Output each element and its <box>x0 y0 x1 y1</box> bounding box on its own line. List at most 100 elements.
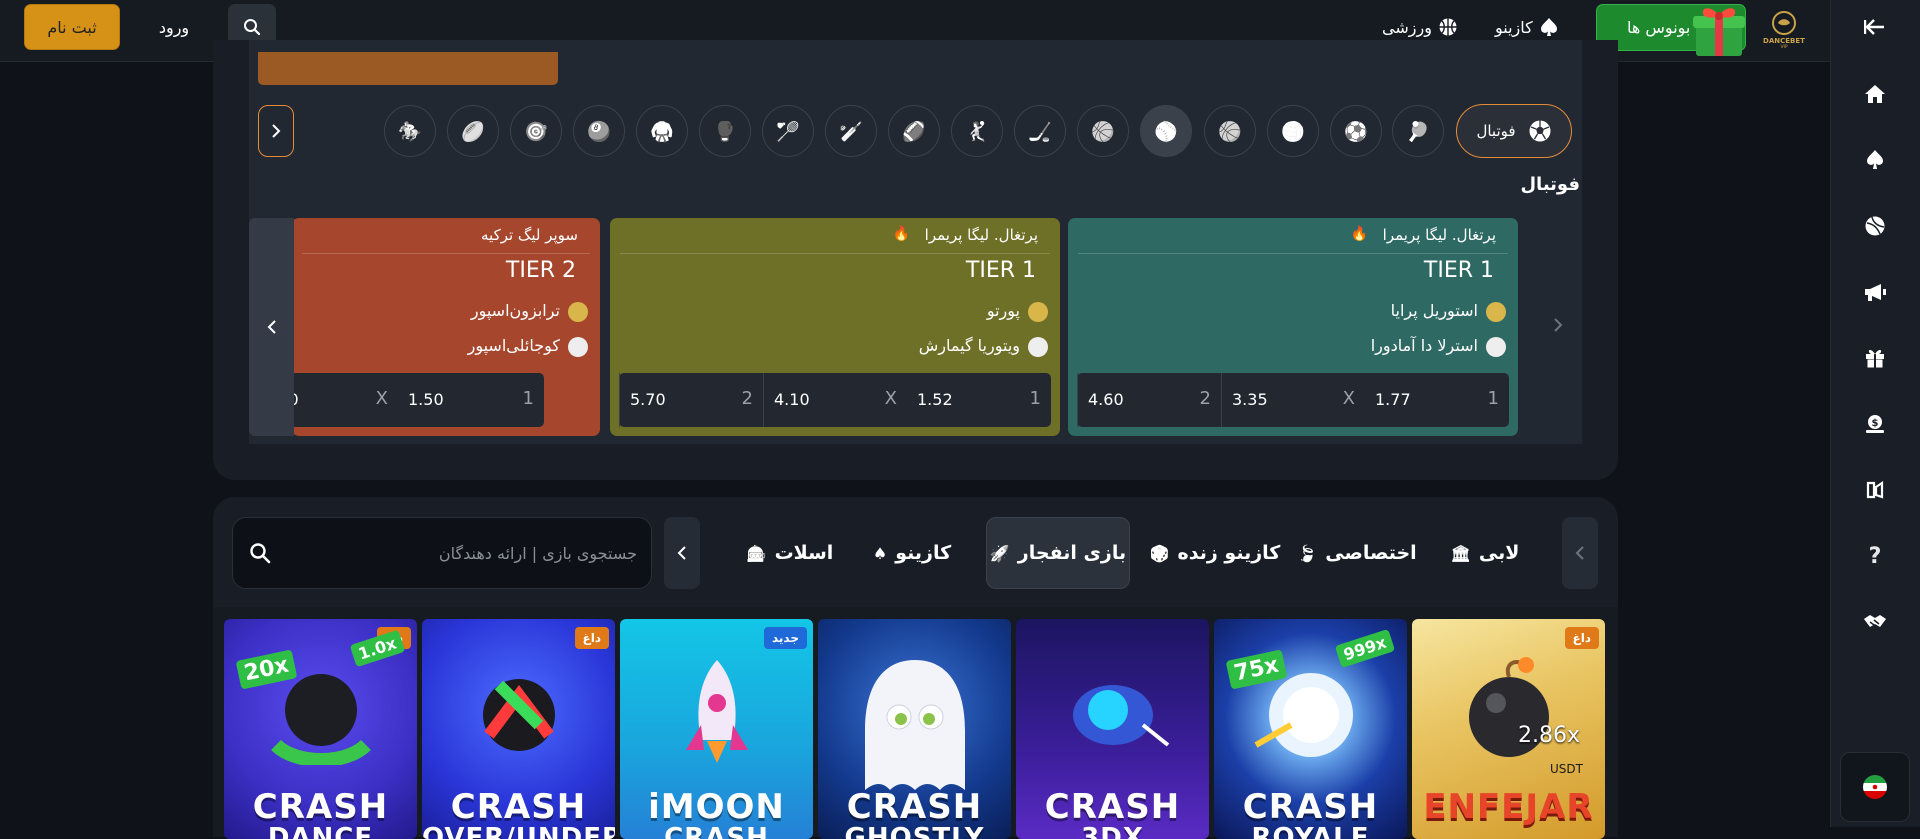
game-subtitle: 3DX <box>1081 823 1144 839</box>
tab-rocket[interactable]: بازی انفجار 🚀 <box>986 517 1130 589</box>
matches-prev-button[interactable] <box>1540 300 1576 350</box>
team-away-name: کوجائلی‌اسپور <box>467 336 560 355</box>
sports-scroll-right-button[interactable] <box>258 105 294 157</box>
slot-machine-icon: 🎰 <box>746 543 767 563</box>
game-tile[interactable]: CRASH GHOSTLY <box>818 619 1011 839</box>
game-tile[interactable]: CRASH داغ OVER/UNDER <box>422 619 615 839</box>
nav-sports-link[interactable]: ورزشی <box>1382 14 1458 40</box>
sport-icon-button[interactable]: 🤾 <box>951 105 1003 157</box>
odd-button[interactable]: 1 1.52 <box>907 373 1051 427</box>
rail-help-button[interactable]: ? <box>1860 541 1890 571</box>
team-away-crest <box>1486 337 1506 357</box>
rail-back-button[interactable] <box>1860 12 1890 42</box>
game-subtitle: OVER/UNDER <box>422 823 615 839</box>
odd-button[interactable]: 1 1.77 <box>1365 373 1509 427</box>
sport-icon-button[interactable]: 🏇 <box>384 105 436 157</box>
game-tile[interactable]: CRASH 999x 75x ROYALE <box>1214 619 1407 839</box>
match-card[interactable]: پرتغال. لیگا پریمرا 🔥 TIER 1 پورتو ویتوریا گ… <box>610 218 1060 436</box>
sport-icon-button[interactable]: 🏉 <box>447 105 499 157</box>
baseball-icon: ⚾ <box>1154 120 1178 143</box>
arrow-back-icon <box>1864 19 1884 35</box>
live-casino-icon: 🎲 <box>1149 543 1170 563</box>
odds-bar: X4.5011.50 <box>292 373 544 427</box>
sport-icon-button[interactable]: 🥋 <box>636 105 688 157</box>
dancebet-logo: DANCEBET VIP <box>1763 11 1805 48</box>
svg-text:$: $ <box>1872 418 1879 429</box>
rail-cashier-button[interactable]: $ <box>1860 409 1890 439</box>
rail-sports-button[interactable] <box>1860 211 1890 241</box>
tab-slot-machine[interactable]: اسلات 🎰 <box>740 517 840 589</box>
cash-icon: $ <box>1866 415 1884 433</box>
hockey-icon: 🏒 <box>1028 120 1052 143</box>
rail-home-button[interactable] <box>1860 79 1890 109</box>
tab-bank[interactable]: لابی 🏛 <box>1440 517 1530 589</box>
game-art <box>855 655 975 799</box>
sport-icon-button[interactable]: 🏀 <box>1077 105 1129 157</box>
sport-icon-button[interactable]: 🏓 <box>1392 105 1444 157</box>
nav-sports-label: ورزشی <box>1382 17 1432 37</box>
sport-icon-button[interactable]: 🎯 <box>510 105 562 157</box>
odd-button[interactable]: X4.50 <box>292 373 398 427</box>
tabs-next-button[interactable] <box>664 517 700 589</box>
poker-player-icon: ♠ <box>872 543 888 563</box>
sport-icon-button[interactable]: 🏸 <box>762 105 814 157</box>
sport-icon-button[interactable]: ⚽ <box>1330 105 1382 157</box>
odd-button[interactable]: X 3.35 <box>1221 373 1365 427</box>
login-button[interactable]: ورود <box>148 4 200 50</box>
sport-icon-button[interactable]: 🏒 <box>1014 105 1066 157</box>
rail-casino-button[interactable] <box>1860 145 1890 175</box>
odd-button[interactable]: 2 5.70 <box>619 373 763 427</box>
tab-label: لابی <box>1478 542 1520 564</box>
odd-button[interactable]: X 4.10 <box>763 373 907 427</box>
promo-strip[interactable] <box>258 52 558 85</box>
odd-button[interactable]: 2 4.60 <box>1077 373 1221 427</box>
match-card[interactable]: پرتغال. لیگا پریمرا 🔥 TIER 1 استوریل پرایا ا… <box>1068 218 1518 436</box>
tab-poker-player[interactable]: کازینو ♠ <box>862 517 962 589</box>
sport-chip-football[interactable]: فوتبال <box>1456 104 1572 158</box>
fire-icon: 🔥 <box>892 226 910 242</box>
game-title: CRASH <box>450 787 587 827</box>
section-title: فوتبال <box>1520 174 1580 195</box>
odd-button[interactable]: 1 1.50 <box>398 373 544 427</box>
sport-icon-button[interactable]: 🎱 <box>573 105 625 157</box>
game-tile[interactable]: CRASH 3DX <box>1016 619 1209 839</box>
nav-casino-link[interactable]: کازینو <box>1495 14 1559 40</box>
badminton-icon: 🏸 <box>776 120 800 143</box>
rail-promotions-button[interactable] <box>1860 277 1890 307</box>
game-tile[interactable]: iMOON جدید CRASH <box>620 619 813 839</box>
team-home-name: ترابزون‌اسپور <box>470 301 560 320</box>
sport-icon-button[interactable]: 🏈 <box>888 105 940 157</box>
signup-button[interactable]: ثبت نام <box>24 4 120 50</box>
tab-label: اختصاصی <box>1325 542 1417 564</box>
game-tile[interactable]: ENFEJAR داغ 2.86x USDT <box>1412 619 1605 839</box>
sports-ball-icon <box>1865 216 1885 236</box>
matches-next-button[interactable] <box>249 218 294 436</box>
sport-icon-button[interactable]: 🏏 <box>825 105 877 157</box>
sport-icon-button[interactable]: 🥊 <box>699 105 751 157</box>
rail-gift-button[interactable] <box>1860 343 1890 373</box>
match-card[interactable]: سوپر لیگ ترکیه TIER 2 ترابزون‌اسپور کوجائلی… <box>292 218 600 436</box>
game-art <box>1053 655 1173 769</box>
sport-icon-button[interactable]: 🏐 <box>1267 105 1319 157</box>
tabs-prev-button[interactable] <box>1562 517 1598 589</box>
rail-partners-button[interactable] <box>1860 607 1890 637</box>
odd-value: 1.50 <box>408 390 444 409</box>
bank-icon: 🏛 <box>1450 543 1471 563</box>
sport-icon-button[interactable]: ⚾ <box>1140 105 1192 157</box>
iran-flag-icon <box>1863 775 1887 799</box>
handshake-icon <box>1864 615 1886 627</box>
help-icon: ? <box>1868 543 1882 569</box>
sport-icon-button[interactable]: 🏀 <box>1204 105 1256 157</box>
spade-icon <box>1540 18 1557 36</box>
spade-icon <box>1867 150 1883 169</box>
game-tile[interactable]: CRASHداغ1.0x20xDANCE <box>224 619 417 839</box>
tab-live-casino[interactable]: کازینو زنده 🎲 <box>1140 517 1290 589</box>
tab-leaf[interactable]: اختصاصی 🍃 <box>1290 517 1424 589</box>
game-search-input[interactable] <box>233 518 651 588</box>
rail-support-button[interactable] <box>1860 475 1890 505</box>
snooker-icon: 🎱 <box>587 120 611 143</box>
language-selector[interactable] <box>1840 752 1910 822</box>
odds-bar: 2 5.70 X 4.10 1 1.52 <box>619 373 1051 427</box>
football-helmet-icon: 🏈 <box>902 120 926 143</box>
odd-label: 2 <box>1199 388 1211 409</box>
